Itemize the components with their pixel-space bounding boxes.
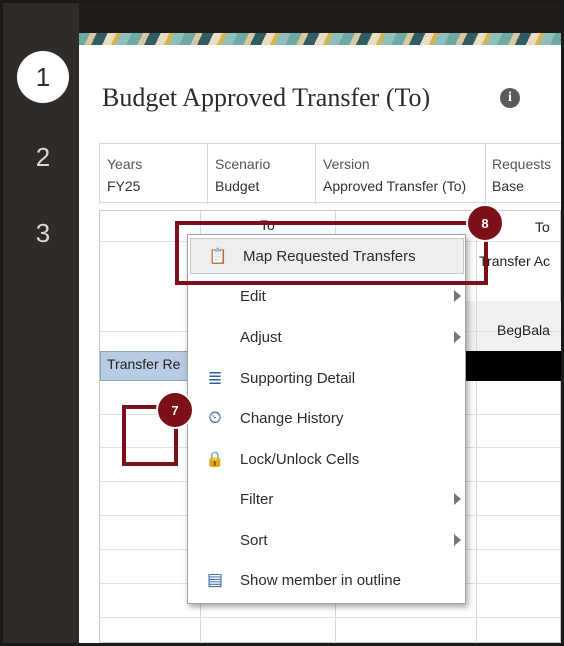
menu-item-adjust[interactable]: Adjust xyxy=(188,319,467,355)
annotation-badge-7: 7 xyxy=(156,391,194,429)
step-2[interactable]: 2 xyxy=(17,131,69,183)
pov-value: Base xyxy=(492,178,524,194)
annotation-badge-8: 8 xyxy=(466,204,504,242)
annotation-box-8 xyxy=(175,221,488,285)
submenu-arrow-icon xyxy=(454,290,461,302)
pov-requests[interactable]: Requests Base xyxy=(485,144,561,204)
pov-label: Years xyxy=(107,156,143,172)
column-header: BegBala xyxy=(497,322,550,338)
supporting-detail-icon: ≣ xyxy=(207,367,223,388)
pov-value: Approved Transfer (To) xyxy=(323,178,467,194)
pov-years[interactable]: Years FY25 xyxy=(99,144,207,204)
pov-scenario[interactable]: Scenario Budget xyxy=(207,144,315,204)
pov-label: Requests xyxy=(492,156,552,172)
menu-item-change-history[interactable]: ⏲ Change History xyxy=(188,400,467,436)
pov-value: FY25 xyxy=(107,178,141,194)
menu-item-show-member-in-outline[interactable]: ▤ Show member in outline xyxy=(188,562,467,598)
menu-item-supporting-detail[interactable]: ≣ Supporting Detail xyxy=(188,360,467,396)
menu-item-label: Edit xyxy=(240,287,266,305)
pov-value: Budget xyxy=(215,178,260,194)
outline-icon: ▤ xyxy=(206,570,224,589)
pov-label: Version xyxy=(323,156,370,172)
menu-item-label: Filter xyxy=(240,490,274,508)
column-header: To xyxy=(535,219,550,235)
context-menu: 📋 Map Requested Transfers Edit Adjust ≣ … xyxy=(187,234,466,604)
menu-item-label: Supporting Detail xyxy=(240,369,356,387)
menu-item-filter[interactable]: Filter xyxy=(188,481,467,517)
decorative-banner xyxy=(79,33,561,45)
pov-label: Scenario xyxy=(215,156,271,172)
row-header[interactable]: Transfer Re xyxy=(100,351,200,381)
page-title: Budget Approved Transfer (To) xyxy=(102,83,431,112)
menu-item-label: Lock/Unlock Cells xyxy=(240,450,360,468)
pov-bar: Years FY25 Scenario Budget Version Appro… xyxy=(99,143,561,204)
pov-version[interactable]: Version Approved Transfer (To) xyxy=(315,144,485,204)
step-1[interactable]: 1 xyxy=(17,51,69,103)
lock-icon: 🔒 xyxy=(205,451,225,468)
step-3[interactable]: 3 xyxy=(17,207,69,259)
grid-divider xyxy=(100,617,561,618)
menu-item-lock-unlock-cells[interactable]: 🔒 Lock/Unlock Cells xyxy=(188,441,467,477)
menu-item-label: Change History xyxy=(240,409,344,427)
info-icon[interactable]: i xyxy=(500,88,520,108)
menu-item-label: Sort xyxy=(240,531,268,549)
menu-item-label: Adjust xyxy=(240,328,282,346)
submenu-arrow-icon xyxy=(454,493,461,505)
menu-item-label: Show member in outline xyxy=(240,571,401,589)
submenu-arrow-icon xyxy=(454,534,461,546)
submenu-arrow-icon xyxy=(454,331,461,343)
change-history-icon: ⏲ xyxy=(208,408,222,427)
menu-item-sort[interactable]: Sort xyxy=(188,522,467,558)
column-header: Transfer Ac xyxy=(479,253,551,269)
step-rail: 1 2 3 xyxy=(3,3,79,643)
screenshot-frame: 1 2 3 Budget Approved Transfer (To) i Ye… xyxy=(0,0,564,646)
